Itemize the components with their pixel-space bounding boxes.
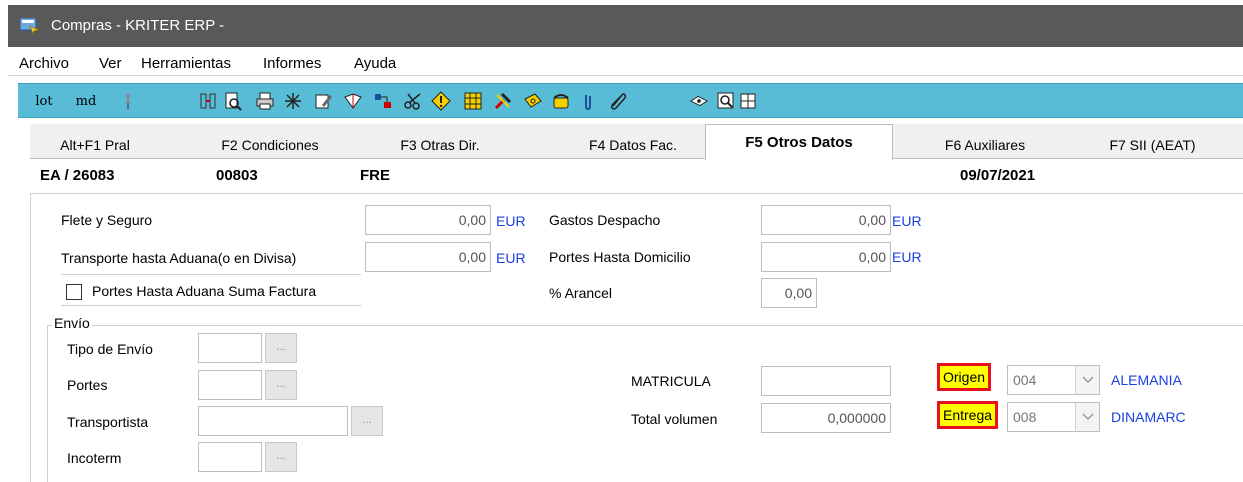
print-preview-icon[interactable] [223,90,243,112]
transporte-field[interactable]: 0,00 [365,242,491,272]
transportista-label: Transportista [67,414,149,430]
tab-strip: Alt+F1 Pral F2 Condiciones F3 Otras Dir.… [30,124,1243,160]
entrega-select[interactable]: 008 [1007,402,1100,432]
origen-select[interactable]: 004 [1007,365,1100,395]
transporte-label: Transporte hasta Aduana(o en Divisa) [61,250,297,266]
doc-id: EA / 26083 [40,167,115,184]
tab-otros-datos[interactable]: F5 Otros Datos [705,124,893,160]
warning-diamond-icon[interactable] [431,90,451,112]
menu-ayuda[interactable]: Ayuda [354,55,396,72]
volumen-label: Total volumen [631,411,718,427]
lot-button[interactable]: lot [33,90,55,112]
split-icon[interactable] [198,90,218,112]
tools-icon[interactable] [493,90,513,112]
tab-pral[interactable]: Alt+F1 Pral [30,130,160,159]
scissors-icon[interactable] [403,90,423,112]
transportista-lookup-button[interactable]: ... [351,406,383,436]
toolbar: lot md [18,83,1243,118]
arancel-field[interactable]: 0,00 [761,278,817,308]
doc-code: 00803 [216,167,258,184]
tab-otras-dir[interactable]: F3 Otras Dir. [365,130,515,159]
edit-doc-icon[interactable] [313,90,333,112]
portes-lookup-button[interactable]: ... [265,370,297,400]
grid-app-icon[interactable] [463,90,483,112]
glasses-icon[interactable] [688,90,710,112]
flete-field[interactable]: 0,00 [365,205,491,235]
portes-domicilio-field[interactable]: 0,00 [761,242,891,272]
title-bar[interactable]: Compras - KRITER ERP - [8,5,1243,47]
portes-aduana-label: Portes Hasta Aduana Suma Factura [92,283,317,299]
menu-archivo[interactable]: Archivo [19,55,69,72]
menu-herramientas[interactable]: Herramientas [141,55,231,72]
transporte-currency: EUR [496,250,526,266]
document-header: EA / 26083 00803 FRE 09/07/2021 [30,158,1243,194]
tipo-envio-field[interactable] [198,333,262,363]
md-button[interactable]: md [73,90,99,112]
menu-bar: Archivo Ver Herramientas Informes Ayuda [8,52,1243,76]
gastos-currency: EUR [892,213,922,229]
flete-currency: EUR [496,213,526,229]
book-icon[interactable] [343,90,363,112]
tab-datos-fac[interactable]: F4 Datos Fac. [548,130,718,159]
entrega-country: DINAMARC [1111,409,1186,425]
menu-informes[interactable]: Informes [263,55,321,72]
separator [61,274,361,275]
tipo-envio-lookup-button[interactable]: ... [265,333,297,363]
entrega-code: 008 [1013,409,1037,425]
tipo-envio-label: Tipo de Envío [67,341,153,357]
table-icon[interactable] [738,90,758,112]
flete-label: Flete y Seguro [61,212,153,228]
money-icon[interactable] [523,90,543,112]
arancel-label: % Arancel [549,285,613,301]
chevron-down-icon[interactable] [1075,366,1099,394]
transportista-field[interactable] [198,406,348,436]
portes-label: Portes [67,377,108,393]
incoterm-field[interactable] [198,442,262,472]
window-left-edge [0,5,8,482]
origen-country: ALEMANIA [1111,372,1182,388]
portes-domicilio-currency: EUR [892,249,922,265]
transfer-icon[interactable] [373,90,393,112]
print-icon[interactable] [255,90,275,112]
tab-sii-aeat[interactable]: F7 SII (AEAT) [1070,130,1235,159]
incoterm-lookup-button[interactable]: ... [265,442,297,472]
chevron-down-icon[interactable] [1075,403,1099,431]
origen-code: 004 [1013,372,1037,388]
paperclip-icon[interactable] [608,90,628,112]
incoterm-label: Incoterm [67,450,122,466]
phone-icon[interactable] [551,90,571,112]
envio-group-label: Envío [52,315,92,331]
doc-date: 09/07/2021 [960,167,1036,184]
tab-condiciones[interactable]: F2 Condiciones [185,130,355,159]
gastos-label: Gastos Despacho [549,212,661,228]
portes-domicilio-label: Portes Hasta Domicilio [549,249,691,265]
asterisk-icon[interactable] [283,90,303,112]
matricula-label: MATRICULA [631,373,711,389]
portes-field[interactable] [198,370,262,400]
tab-auxiliares[interactable]: F6 Auxiliares [900,130,1070,159]
otros-datos-panel: Flete y Seguro 0,00 EUR Transporte hasta… [30,194,1243,482]
zoom-doc-icon[interactable] [716,90,736,112]
gastos-field[interactable]: 0,00 [761,205,891,235]
matricula-field[interactable] [761,366,891,396]
volumen-field[interactable]: 0,000000 [761,403,891,433]
separator [61,305,361,306]
pin-icon[interactable] [118,90,138,112]
origen-label: Origen [937,363,992,391]
window-title: Compras - KRITER ERP - [51,17,225,34]
doc-ref: FRE [360,167,390,184]
menu-ver[interactable]: Ver [99,55,122,72]
clip-icon[interactable] [578,90,598,112]
entrega-label: Entrega [937,401,999,429]
portes-aduana-checkbox[interactable] [66,284,82,300]
app-icon [20,18,40,34]
